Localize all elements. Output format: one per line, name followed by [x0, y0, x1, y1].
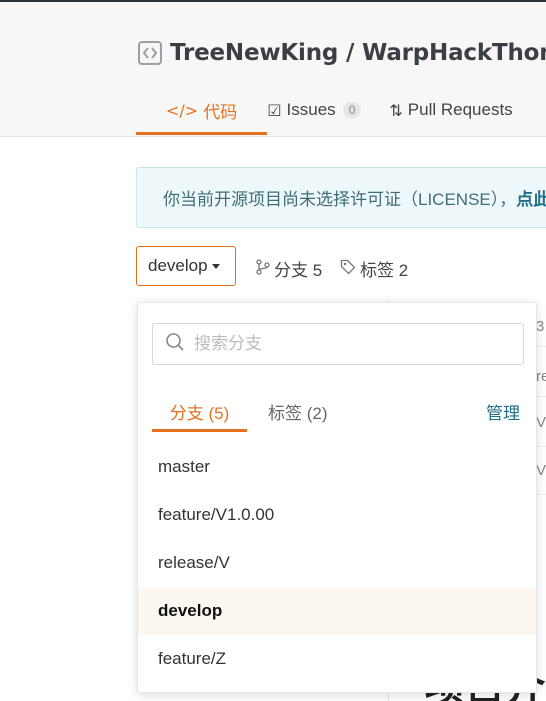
branch-search-box[interactable] [152, 323, 524, 365]
branch-select-button[interactable]: develop [136, 246, 236, 286]
background-glimpse: 3 [536, 318, 545, 335]
branch-icon [256, 258, 270, 279]
tab-issues-label: Issues [286, 100, 336, 119]
code-icon: </> [166, 100, 199, 120]
repo-tabs: </> 代码 ☑ Issues 0 ⇅ Pull Requests [136, 88, 541, 136]
tag-icon [340, 259, 356, 279]
background-glimpse: re [536, 368, 546, 385]
tab-code-label: 代码 [203, 102, 238, 122]
branches-count-label: 分支 5 [274, 261, 323, 280]
tags-count-label: 标签 2 [360, 261, 409, 280]
tab-pull-requests[interactable]: ⇅ Pull Requests [389, 88, 540, 132]
license-notice: 你当前开源项目尚未选择许可证（LICENSE）， 点此选择 [136, 167, 546, 228]
branch-item-master[interactable]: master [138, 443, 536, 491]
background-glimpse: V [536, 462, 546, 479]
tab-branches[interactable]: 分支 (5) [152, 399, 247, 432]
current-branch-label: develop [148, 256, 208, 275]
repo-title: TreeNewKing / WarpHackThon [138, 38, 546, 68]
manage-branches-link[interactable]: 管理 [486, 399, 520, 424]
branch-item-release[interactable]: release/V [138, 539, 536, 587]
search-icon [165, 332, 185, 357]
issues-icon: ☑ [267, 100, 282, 120]
code-repo-icon [138, 41, 162, 65]
tab-tags[interactable]: 标签 (2) [268, 399, 328, 424]
repo-owner[interactable]: TreeNewKing [170, 40, 338, 66]
repo-name[interactable]: TreeNewKing / WarpHackThon [170, 40, 546, 66]
tab-issues[interactable]: ☑ Issues 0 [267, 88, 389, 132]
branch-item-develop[interactable]: develop [138, 587, 536, 635]
branch-item-feature-z[interactable]: feature/Z [138, 635, 536, 683]
issues-count-badge: 0 [342, 102, 362, 118]
repo-name-text[interactable]: WarpHackThon [362, 40, 546, 66]
background-glimpse: V [536, 414, 546, 431]
repo-separator: / [345, 40, 355, 66]
caret-down-icon [211, 264, 220, 269]
tab-pull-requests-label: Pull Requests [407, 100, 513, 119]
branch-search-input[interactable] [194, 334, 494, 354]
license-select-link[interactable]: 点此选择 [516, 185, 546, 210]
branch-dropdown: 分支 (5) 标签 (2) 管理 master feature/V1.0.00 … [137, 302, 537, 693]
tab-code[interactable]: </> 代码 [136, 88, 268, 135]
branches-count-link[interactable]: 分支 5 [256, 256, 322, 281]
dropdown-tabs: 分支 (5) 标签 (2) 管理 [152, 389, 524, 432]
pull-request-icon: ⇅ [389, 100, 403, 120]
license-notice-text: 你当前开源项目尚未选择许可证（LICENSE）， [163, 190, 517, 209]
branch-list: master feature/V1.0.00 release/V develop… [138, 443, 536, 683]
tags-count-link[interactable]: 标签 2 [340, 256, 408, 281]
branch-item-feature-v1[interactable]: feature/V1.0.00 [138, 491, 536, 539]
